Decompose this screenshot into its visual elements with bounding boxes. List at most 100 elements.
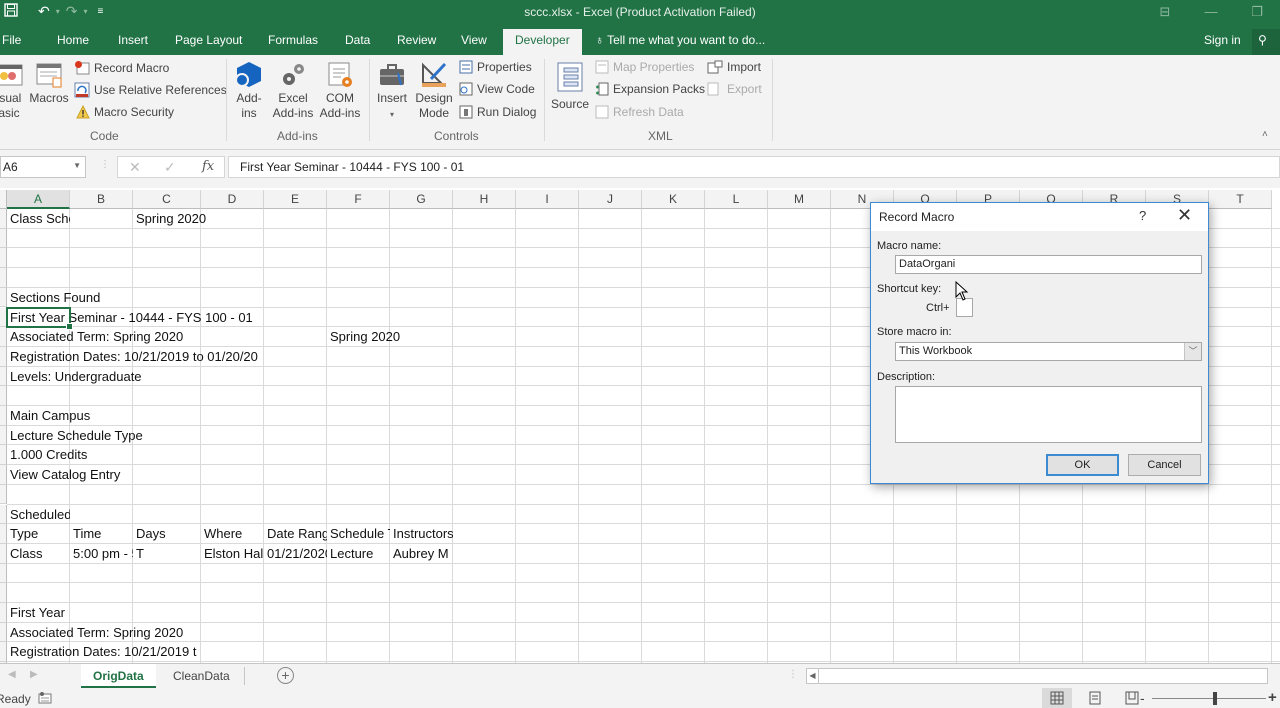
column-header-l[interactable]: L (705, 190, 768, 209)
cell-e18[interactable]: 01/21/2020 (264, 544, 327, 563)
cell-a14[interactable]: View Catalog Entry (7, 465, 407, 484)
cell-g18[interactable]: Aubrey M (390, 544, 453, 563)
tab-page-layout[interactable]: Page Layout (175, 33, 242, 47)
row-header[interactable] (0, 287, 7, 308)
confirm-entry-icon[interactable]: ✓ (164, 159, 176, 176)
insert-control-button[interactable]: Insert ▾ (374, 61, 410, 122)
store-macro-select[interactable]: This Workbook ﹀ (895, 342, 1202, 361)
collapse-ribbon-icon[interactable]: ˄ (1262, 129, 1268, 140)
cell-a9[interactable]: Levels: Undergraduate (7, 367, 407, 386)
cell-g17[interactable]: Instructors (390, 524, 453, 543)
tab-formulas[interactable]: Formulas (268, 33, 318, 47)
macro-recording-icon[interactable] (38, 691, 52, 704)
cell-a5[interactable]: Sections Found (7, 288, 407, 307)
row-header[interactable] (0, 386, 7, 406)
add-sheet-button[interactable]: + (277, 667, 294, 684)
row-header[interactable] (0, 543, 7, 564)
select-all-corner[interactable] (0, 190, 7, 209)
cell-a21[interactable]: First Year (7, 603, 70, 622)
row-header[interactable] (0, 425, 7, 446)
cell-a23[interactable]: Registration Dates: 10/21/2019 t (7, 642, 201, 661)
macros-button[interactable]: Macros (29, 61, 69, 106)
row-header[interactable] (0, 583, 7, 603)
page-layout-view-button[interactable] (1080, 688, 1110, 708)
help-button[interactable]: ? (1139, 208, 1146, 223)
row-header[interactable] (0, 622, 7, 643)
cell-a22[interactable]: Associated Term: Spring 2020 (7, 623, 407, 642)
sheet-tab-origdata[interactable]: OrigData (81, 664, 156, 688)
minimize-icon[interactable]: — (1188, 0, 1234, 26)
split-handle-icon[interactable]: ⋮ (788, 669, 798, 680)
cell-a12[interactable]: Lecture Schedule Type (7, 426, 407, 445)
row-header[interactable] (0, 268, 7, 288)
view-code-button[interactable]: View Code (459, 82, 535, 96)
share-button[interactable]: ⚲ (1252, 29, 1280, 55)
normal-view-button[interactable] (1042, 688, 1072, 708)
cell-a8[interactable]: Registration Dates: 10/21/2019 to 01/20/… (7, 347, 264, 366)
row-header[interactable] (0, 346, 7, 367)
cell-c1[interactable]: Spring 2020 (133, 209, 533, 228)
column-header-j[interactable]: J (579, 190, 642, 209)
row-header[interactable] (0, 642, 7, 663)
tab-review[interactable]: Review (397, 33, 436, 47)
expansion-packs-button[interactable]: Expansion Packs (595, 82, 705, 96)
cell-f7[interactable]: Spring 2020 (327, 327, 727, 346)
properties-button[interactable]: Properties (459, 60, 532, 74)
cell-f17[interactable]: Schedule Type (327, 524, 390, 543)
tab-home[interactable]: Home (57, 33, 89, 47)
row-header[interactable] (0, 406, 7, 426)
zoom-out-button[interactable]: - (1140, 690, 1145, 706)
cell-f18[interactable]: Lecture (327, 544, 727, 563)
chevron-down-icon[interactable]: ▼ (73, 161, 81, 170)
sheet-tab-cleandata[interactable]: CleanData (161, 664, 242, 688)
formula-bar-grip-icon[interactable]: ⋮ (100, 159, 110, 170)
insert-function-icon[interactable]: fx (202, 159, 214, 174)
chevron-down-icon[interactable]: ﹀ (1184, 343, 1201, 360)
tab-view[interactable]: View (461, 33, 487, 47)
zoom-slider[interactable] (1152, 698, 1266, 699)
ribbon-display-options-icon[interactable]: ⊟ (1142, 0, 1188, 26)
scroll-left-icon[interactable]: ◀ (807, 669, 819, 683)
column-header-a[interactable]: A (7, 190, 70, 209)
name-box[interactable]: A6 ▼ (0, 156, 86, 178)
design-mode-button[interactable]: Design Mode (414, 61, 454, 121)
column-header-i[interactable]: I (516, 190, 579, 209)
scroll-sheets-left-icon[interactable]: ◀ (8, 669, 16, 680)
cell-a13[interactable]: 1.000 Credits (7, 445, 407, 464)
column-header-e[interactable]: E (264, 190, 327, 209)
column-header-h[interactable]: H (453, 190, 516, 209)
restore-icon[interactable]: ❐ (1234, 0, 1280, 26)
column-header-t[interactable]: T (1209, 190, 1272, 209)
run-dialog-button[interactable]: Run Dialog (459, 105, 536, 119)
row-header[interactable] (0, 603, 7, 623)
row-header[interactable] (0, 228, 7, 249)
tab-developer[interactable]: Developer (503, 29, 582, 55)
excel-addins-button[interactable]: Excel Add-ins (270, 61, 316, 121)
column-header-g[interactable]: G (390, 190, 453, 209)
cancel-button[interactable]: Cancel (1128, 454, 1201, 476)
row-header[interactable] (0, 445, 7, 466)
record-macro-button[interactable]: Record Macro (74, 60, 169, 76)
row-header[interactable] (0, 563, 7, 584)
cell-a1[interactable]: Class Schedule Listin (7, 209, 70, 228)
zoom-in-button[interactable]: + (1268, 689, 1277, 706)
zoom-slider-thumb[interactable] (1213, 692, 1217, 705)
formula-input[interactable]: First Year Seminar - 10444 - FYS 100 - 0… (228, 156, 1280, 178)
cancel-entry-icon[interactable]: ✕ (129, 159, 141, 176)
row-header[interactable] (0, 366, 7, 387)
cell-a16[interactable]: Scheduled (7, 505, 70, 524)
column-header-d[interactable]: D (201, 190, 264, 209)
row-header[interactable] (0, 327, 7, 347)
addins-button[interactable]: Add- ins (233, 61, 265, 121)
cell-e17[interactable]: Date Range (264, 524, 327, 543)
tab-insert[interactable]: Insert (118, 33, 148, 47)
row-header[interactable] (0, 504, 7, 525)
sign-in-link[interactable]: Sign in (1204, 33, 1241, 47)
visual-basic-button[interactable]: isual asic (0, 61, 24, 121)
description-textarea[interactable] (895, 386, 1202, 443)
cell-b18[interactable]: 5:00 pm - 5 (70, 544, 133, 563)
scroll-sheets-right-icon[interactable]: ▶ (30, 669, 38, 680)
tab-data[interactable]: Data (345, 33, 370, 47)
cell-a11[interactable]: Main Campus (7, 406, 407, 425)
import-button[interactable]: Import (707, 60, 761, 74)
